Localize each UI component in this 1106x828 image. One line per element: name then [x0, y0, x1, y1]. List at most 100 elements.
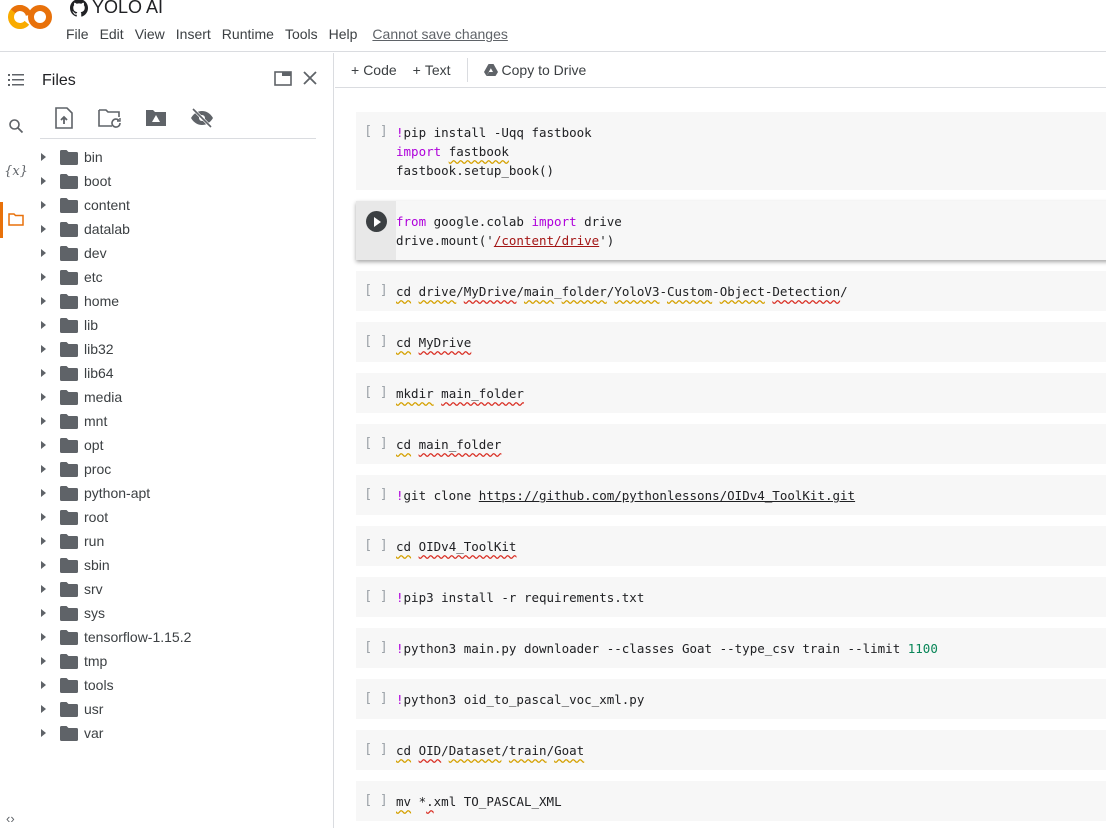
expand-caret-icon[interactable]: [41, 153, 46, 161]
folder-item-etc[interactable]: etc: [32, 265, 332, 289]
expand-caret-icon[interactable]: [41, 729, 46, 737]
expand-caret-icon[interactable]: [41, 369, 46, 377]
cell-code[interactable]: !pip install -Uqq fastbook import fastboo…: [396, 112, 592, 190]
expand-caret-icon[interactable]: [41, 657, 46, 665]
folder-item-sbin[interactable]: sbin: [32, 553, 332, 577]
execution-count[interactable]: [ ]: [356, 526, 396, 566]
expand-caret-icon[interactable]: [41, 441, 46, 449]
execution-count[interactable]: [ ]: [356, 424, 396, 464]
cell-code[interactable]: cd OID/Dataset/train/Goat: [396, 730, 584, 770]
execution-count[interactable]: [ ]: [356, 628, 396, 668]
expand-caret-icon[interactable]: [41, 177, 46, 185]
code-cell[interactable]: [ ] cd OID/Dataset/train/Goat: [356, 730, 1106, 770]
menu-edit[interactable]: Edit: [100, 26, 124, 42]
expand-caret-icon[interactable]: [41, 249, 46, 257]
files-icon[interactable]: [6, 209, 26, 229]
folder-item-var[interactable]: var: [32, 721, 332, 745]
expand-caret-icon[interactable]: [41, 561, 46, 569]
folder-item-root[interactable]: root: [32, 505, 332, 529]
folder-item-dev[interactable]: dev: [32, 241, 332, 265]
folder-item-media[interactable]: media: [32, 385, 332, 409]
code-cell[interactable]: [ ] cd MyDrive: [356, 322, 1106, 362]
code-toggle-icon[interactable]: ‹›: [6, 811, 15, 826]
expand-caret-icon[interactable]: [41, 417, 46, 425]
expand-caret-icon[interactable]: [41, 585, 46, 593]
folder-item-boot[interactable]: boot: [32, 169, 332, 193]
execution-count[interactable]: [ ]: [356, 577, 396, 617]
variables-icon[interactable]: {x}: [4, 161, 28, 181]
menu-insert[interactable]: Insert: [176, 26, 211, 42]
code-cell[interactable]: [ ] mv *.xml TO_PASCAL_XML: [356, 781, 1106, 821]
folder-item-datalab[interactable]: datalab: [32, 217, 332, 241]
code-cell[interactable]: [ ] mkdir main_folder: [356, 373, 1106, 413]
folder-item-lib32[interactable]: lib32: [32, 337, 332, 361]
execution-count[interactable]: [ ]: [356, 730, 396, 770]
add-text-button[interactable]: + Text: [405, 62, 459, 78]
execution-count[interactable]: [ ]: [356, 781, 396, 821]
add-code-button[interactable]: + Code: [343, 62, 405, 78]
hide-files-icon[interactable]: [190, 106, 214, 130]
folder-item-tools[interactable]: tools: [32, 673, 332, 697]
folder-item-run[interactable]: run: [32, 529, 332, 553]
execution-count[interactable]: [ ]: [356, 322, 396, 362]
code-cell[interactable]: [ ] !python3 oid_to_pascal_voc_xml.py: [356, 679, 1106, 719]
expand-caret-icon[interactable]: [41, 465, 46, 473]
folder-item-content[interactable]: content: [32, 193, 332, 217]
execution-count[interactable]: [ ]: [356, 112, 396, 190]
expand-caret-icon[interactable]: [41, 537, 46, 545]
expand-caret-icon[interactable]: [41, 513, 46, 521]
code-cell[interactable]: [ ] !python3 main.py downloader --classes…: [356, 628, 1106, 668]
expand-caret-icon[interactable]: [41, 201, 46, 209]
toc-icon[interactable]: [6, 70, 26, 90]
expand-caret-icon[interactable]: [41, 705, 46, 713]
folder-item-proc[interactable]: proc: [32, 457, 332, 481]
execution-count[interactable]: [ ]: [356, 679, 396, 719]
folder-item-sys[interactable]: sys: [32, 601, 332, 625]
copy-to-drive-button[interactable]: Copy to Drive: [476, 62, 595, 78]
code-cell[interactable]: [ ] cd OIDv4_ToolKit: [356, 526, 1106, 566]
execution-count[interactable]: [ ]: [356, 373, 396, 413]
code-cell[interactable]: [ ] !pip3 install -r requirements.txt: [356, 577, 1106, 617]
cell-code[interactable]: cd drive/MyDrive/main_folder/YoloV3-Cust…: [396, 271, 848, 311]
cell-code[interactable]: !pip3 install -r requirements.txt: [396, 577, 644, 617]
cell-code[interactable]: !python3 oid_to_pascal_voc_xml.py: [396, 679, 644, 719]
mount-drive-icon[interactable]: [144, 106, 168, 130]
expand-caret-icon[interactable]: [41, 681, 46, 689]
folder-item-tensorflow-1.15.2[interactable]: tensorflow-1.15.2: [32, 625, 332, 649]
folder-item-opt[interactable]: opt: [32, 433, 332, 457]
expand-caret-icon[interactable]: [41, 225, 46, 233]
cell-code[interactable]: mv *.xml TO_PASCAL_XML: [396, 781, 562, 821]
upload-icon[interactable]: [52, 106, 76, 130]
code-cell[interactable]: [ ] cd drive/MyDrive/main_folder/YoloV3-C…: [356, 271, 1106, 311]
folder-item-python-apt[interactable]: python-apt: [32, 481, 332, 505]
folder-item-home[interactable]: home: [32, 289, 332, 313]
folder-item-mnt[interactable]: mnt: [32, 409, 332, 433]
expand-caret-icon[interactable]: [41, 393, 46, 401]
open-in-tab-icon[interactable]: [272, 67, 294, 89]
menu-help[interactable]: Help: [329, 26, 358, 42]
notebook-title[interactable]: YOLO AI: [70, 0, 163, 18]
execution-count[interactable]: [ ]: [356, 271, 396, 311]
cell-code[interactable]: from google.colab import drive drive.moun…: [396, 201, 622, 260]
save-status-link[interactable]: Cannot save changes: [372, 26, 507, 42]
code-cell[interactable]: [ ] cd main_folder: [356, 424, 1106, 464]
folder-item-bin[interactable]: bin: [32, 145, 332, 169]
close-icon[interactable]: [299, 67, 321, 89]
menu-view[interactable]: View: [135, 26, 165, 42]
execution-count[interactable]: [ ]: [356, 475, 396, 515]
cell-code[interactable]: cd main_folder: [396, 424, 501, 464]
search-icon[interactable]: [6, 116, 26, 136]
cell-code[interactable]: cd OIDv4_ToolKit: [396, 526, 516, 566]
code-cell[interactable]: [ ] !git clone https://github.com/pythonl…: [356, 475, 1106, 515]
code-cell[interactable]: from google.colab import drive drive.moun…: [356, 201, 1106, 260]
folder-item-lib64[interactable]: lib64: [32, 361, 332, 385]
menu-file[interactable]: File: [66, 26, 89, 42]
folder-item-usr[interactable]: usr: [32, 697, 332, 721]
expand-caret-icon[interactable]: [41, 321, 46, 329]
menu-runtime[interactable]: Runtime: [222, 26, 274, 42]
cell-code[interactable]: !python3 main.py downloader --classes Go…: [396, 628, 938, 668]
folder-item-srv[interactable]: srv: [32, 577, 332, 601]
expand-caret-icon[interactable]: [41, 489, 46, 497]
expand-caret-icon[interactable]: [41, 633, 46, 641]
expand-caret-icon[interactable]: [41, 609, 46, 617]
